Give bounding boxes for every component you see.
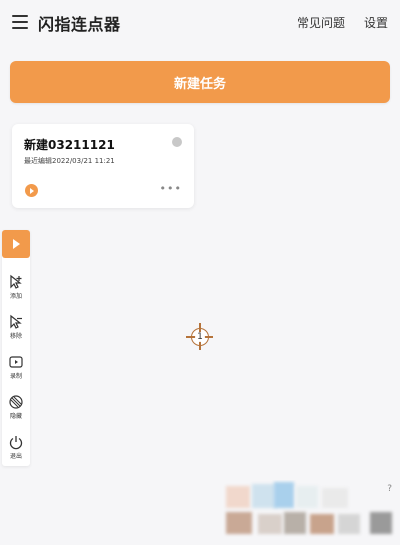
remove-click-label: 移除: [9, 333, 22, 340]
exit-tool[interactable]: 退出: [2, 430, 30, 466]
app-title: 闪指连点器: [38, 15, 121, 34]
new-task-button[interactable]: 新建任务: [10, 61, 390, 103]
record-label: 录制: [9, 373, 22, 380]
add-click-icon: [10, 274, 22, 289]
menu-icon[interactable]: [12, 15, 28, 29]
delete-task-icon[interactable]: [172, 137, 182, 147]
top-bar: 闪指连点器 常见问题 设置: [0, 0, 400, 44]
record-icon: [9, 356, 23, 368]
hide-tool[interactable]: 隐藏: [2, 390, 30, 426]
task-name: 新建03211121: [24, 138, 115, 152]
target-number: 1: [195, 332, 205, 342]
hide-icon: [9, 395, 23, 409]
task-card[interactable]: 新建03211121 最近编辑2022/03/21 11:21 •••: [12, 124, 194, 208]
hide-label: 隐藏: [9, 413, 22, 420]
power-icon: [9, 436, 23, 450]
exit-label: 退出: [9, 453, 22, 460]
play-task-icon[interactable]: [25, 184, 38, 197]
start-play-button[interactable]: [2, 230, 30, 258]
add-click-tool[interactable]: 添加: [2, 270, 30, 306]
add-click-label: 添加: [9, 293, 22, 300]
ad-close-icon[interactable]: ?: [387, 484, 392, 494]
task-last-edited: 最近编辑2022/03/21 11:21: [24, 157, 115, 165]
settings-link[interactable]: 设置: [364, 14, 388, 31]
remove-click-tool[interactable]: 移除: [2, 310, 30, 346]
click-target-marker[interactable]: 1: [186, 323, 213, 350]
remove-click-icon: [10, 314, 22, 329]
floating-toolbar: 添加 移除 录制 隐藏 退出: [2, 230, 30, 466]
blurred-ad-area: ?: [218, 480, 398, 545]
record-tool[interactable]: 录制: [2, 350, 30, 386]
faq-link[interactable]: 常见问题: [297, 14, 345, 31]
more-options-icon[interactable]: •••: [160, 183, 182, 194]
